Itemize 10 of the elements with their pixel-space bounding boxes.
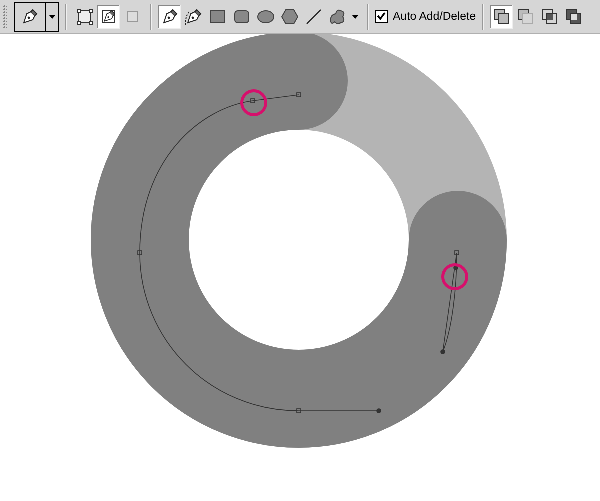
checkbox[interactable] bbox=[375, 10, 388, 23]
paths-icon[interactable] bbox=[97, 4, 120, 28]
grip-handle[interactable] bbox=[3, 4, 7, 28]
caret-icon[interactable] bbox=[46, 14, 58, 18]
tool-preset-picker[interactable] bbox=[14, 2, 59, 32]
overlapping-squares-icon[interactable] bbox=[490, 4, 514, 28]
highlight-circle bbox=[240, 90, 268, 116]
pen-icon[interactable] bbox=[158, 4, 181, 28]
checkbox-label: Auto Add/Delete bbox=[393, 10, 476, 22]
highlight-circle bbox=[442, 264, 468, 290]
